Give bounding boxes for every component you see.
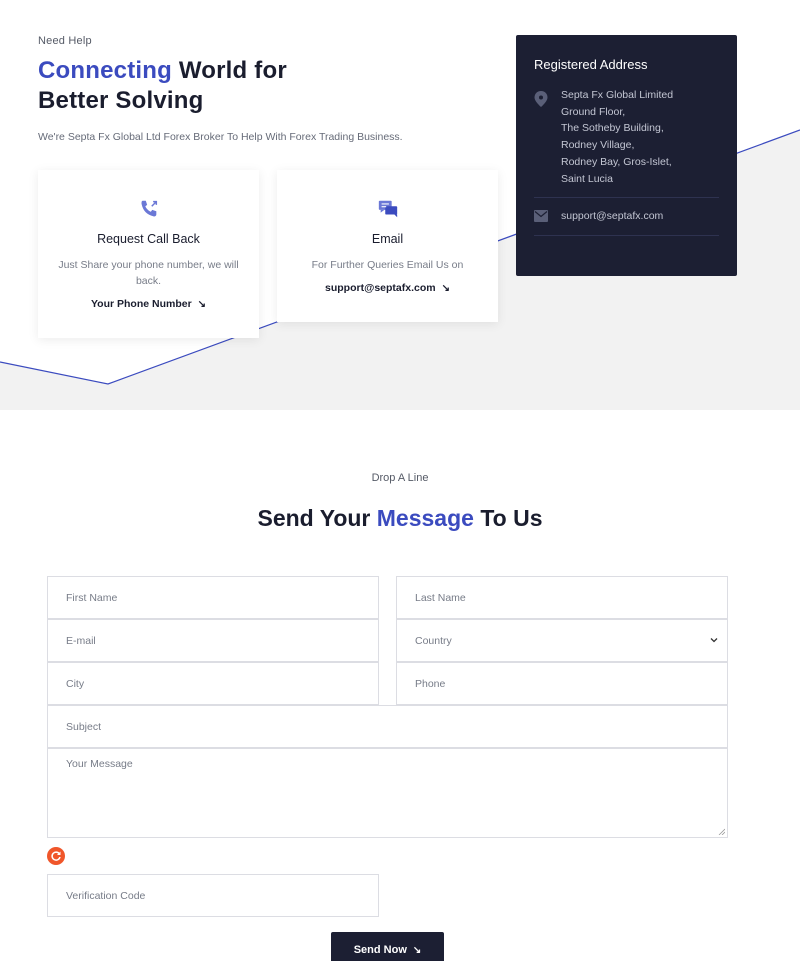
resize-handle-icon[interactable] — [718, 828, 725, 835]
subject-input[interactable]: Subject — [47, 705, 728, 748]
city-placeholder: City — [66, 677, 85, 690]
refresh-icon — [51, 851, 61, 861]
address-title: Registered Address — [534, 57, 648, 72]
last-name-placeholder: Last Name — [415, 591, 466, 604]
arrow-down-right-icon: ↘ — [197, 299, 207, 310]
request-callback-card: Request Call Back Just Share your phone … — [38, 170, 259, 338]
chat-icon — [378, 200, 397, 218]
form-section-title: Send Your Message To Us — [0, 505, 800, 532]
country-select[interactable]: Country — [396, 619, 728, 662]
email-placeholder: E-mail — [66, 634, 96, 647]
registered-address-panel: Registered Address Septa Fx Global Limit… — [516, 35, 737, 276]
email-link[interactable]: support@septafx.com ↘ — [277, 282, 498, 294]
country-placeholder: Country — [415, 634, 452, 647]
form-title-part1: Send Your — [257, 505, 377, 531]
address-email-link[interactable]: support@septafx.com — [561, 210, 663, 222]
address-line: Septa Fx Global Limited — [561, 89, 674, 101]
callback-title: Request Call Back — [97, 232, 200, 246]
address-line: Rodney Bay, Gros-Islet, — [561, 155, 672, 168]
city-input[interactable]: City — [47, 662, 379, 705]
email-card: Email For Further Queries Email Us on su… — [277, 170, 498, 322]
address-line: Saint Lucia — [561, 172, 613, 185]
address-line: The Sotheby Building, — [561, 122, 664, 135]
message-placeholder: Your Message — [66, 758, 133, 770]
email-link-label: support@septafx.com — [325, 282, 436, 294]
phone-icon — [141, 200, 157, 217]
arrow-down-right-icon: ↘ — [412, 944, 422, 956]
chevron-down-icon — [710, 638, 718, 643]
arrow-down-right-icon: ↘ — [441, 283, 450, 294]
drop-a-line-eyebrow: Drop A Line — [371, 472, 429, 484]
email-input[interactable]: E-mail — [47, 619, 379, 662]
divider — [534, 235, 719, 236]
need-help-eyebrow: Need Help — [38, 35, 92, 47]
first-name-placeholder: First Name — [66, 591, 118, 604]
hero-title-accent: Connecting — [38, 57, 172, 84]
subject-placeholder: Subject — [66, 720, 102, 733]
send-now-label: Send Now — [353, 944, 407, 956]
last-name-input[interactable]: Last Name — [396, 576, 728, 619]
location-pin-icon — [534, 91, 548, 107]
divider — [534, 197, 719, 198]
first-name-input[interactable]: First Name — [47, 576, 379, 619]
email-description: For Further Queries Email Us on — [311, 259, 464, 271]
email-title: Email — [371, 232, 404, 246]
message-textarea[interactable]: Your Message — [47, 748, 728, 838]
phone-number-link-label: Your Phone Number — [90, 298, 192, 310]
hero-title-rest: World for — [172, 57, 287, 84]
address-lines: Septa Fx Global Limited Ground Floor, Th… — [561, 87, 673, 187]
phone-number-link[interactable]: Your Phone Number ↘ — [38, 298, 259, 310]
verification-code-input[interactable]: Verification Code — [47, 874, 379, 917]
phone-input[interactable]: Phone — [396, 662, 728, 705]
form-title-accent: Message — [376, 505, 474, 531]
hero-title: Connecting World for Better Solving — [38, 56, 287, 116]
address-line: Ground Floor, — [561, 105, 626, 118]
form-title-part2: To Us — [473, 505, 543, 531]
phone-placeholder: Phone — [415, 677, 446, 690]
verification-placeholder: Verification Code — [66, 889, 146, 902]
hero-description: We're Septa Fx Global Ltd Forex Broker T… — [38, 131, 403, 143]
hero-title-line2: Better Solving — [38, 87, 204, 114]
address-line: Rodney Village, — [561, 139, 635, 152]
send-now-button[interactable]: Send Now ↘ — [331, 932, 444, 961]
refresh-captcha-button[interactable] — [47, 847, 65, 865]
callback-description: Just Share your phone number, we will ba… — [58, 259, 239, 287]
mail-icon — [534, 210, 548, 222]
